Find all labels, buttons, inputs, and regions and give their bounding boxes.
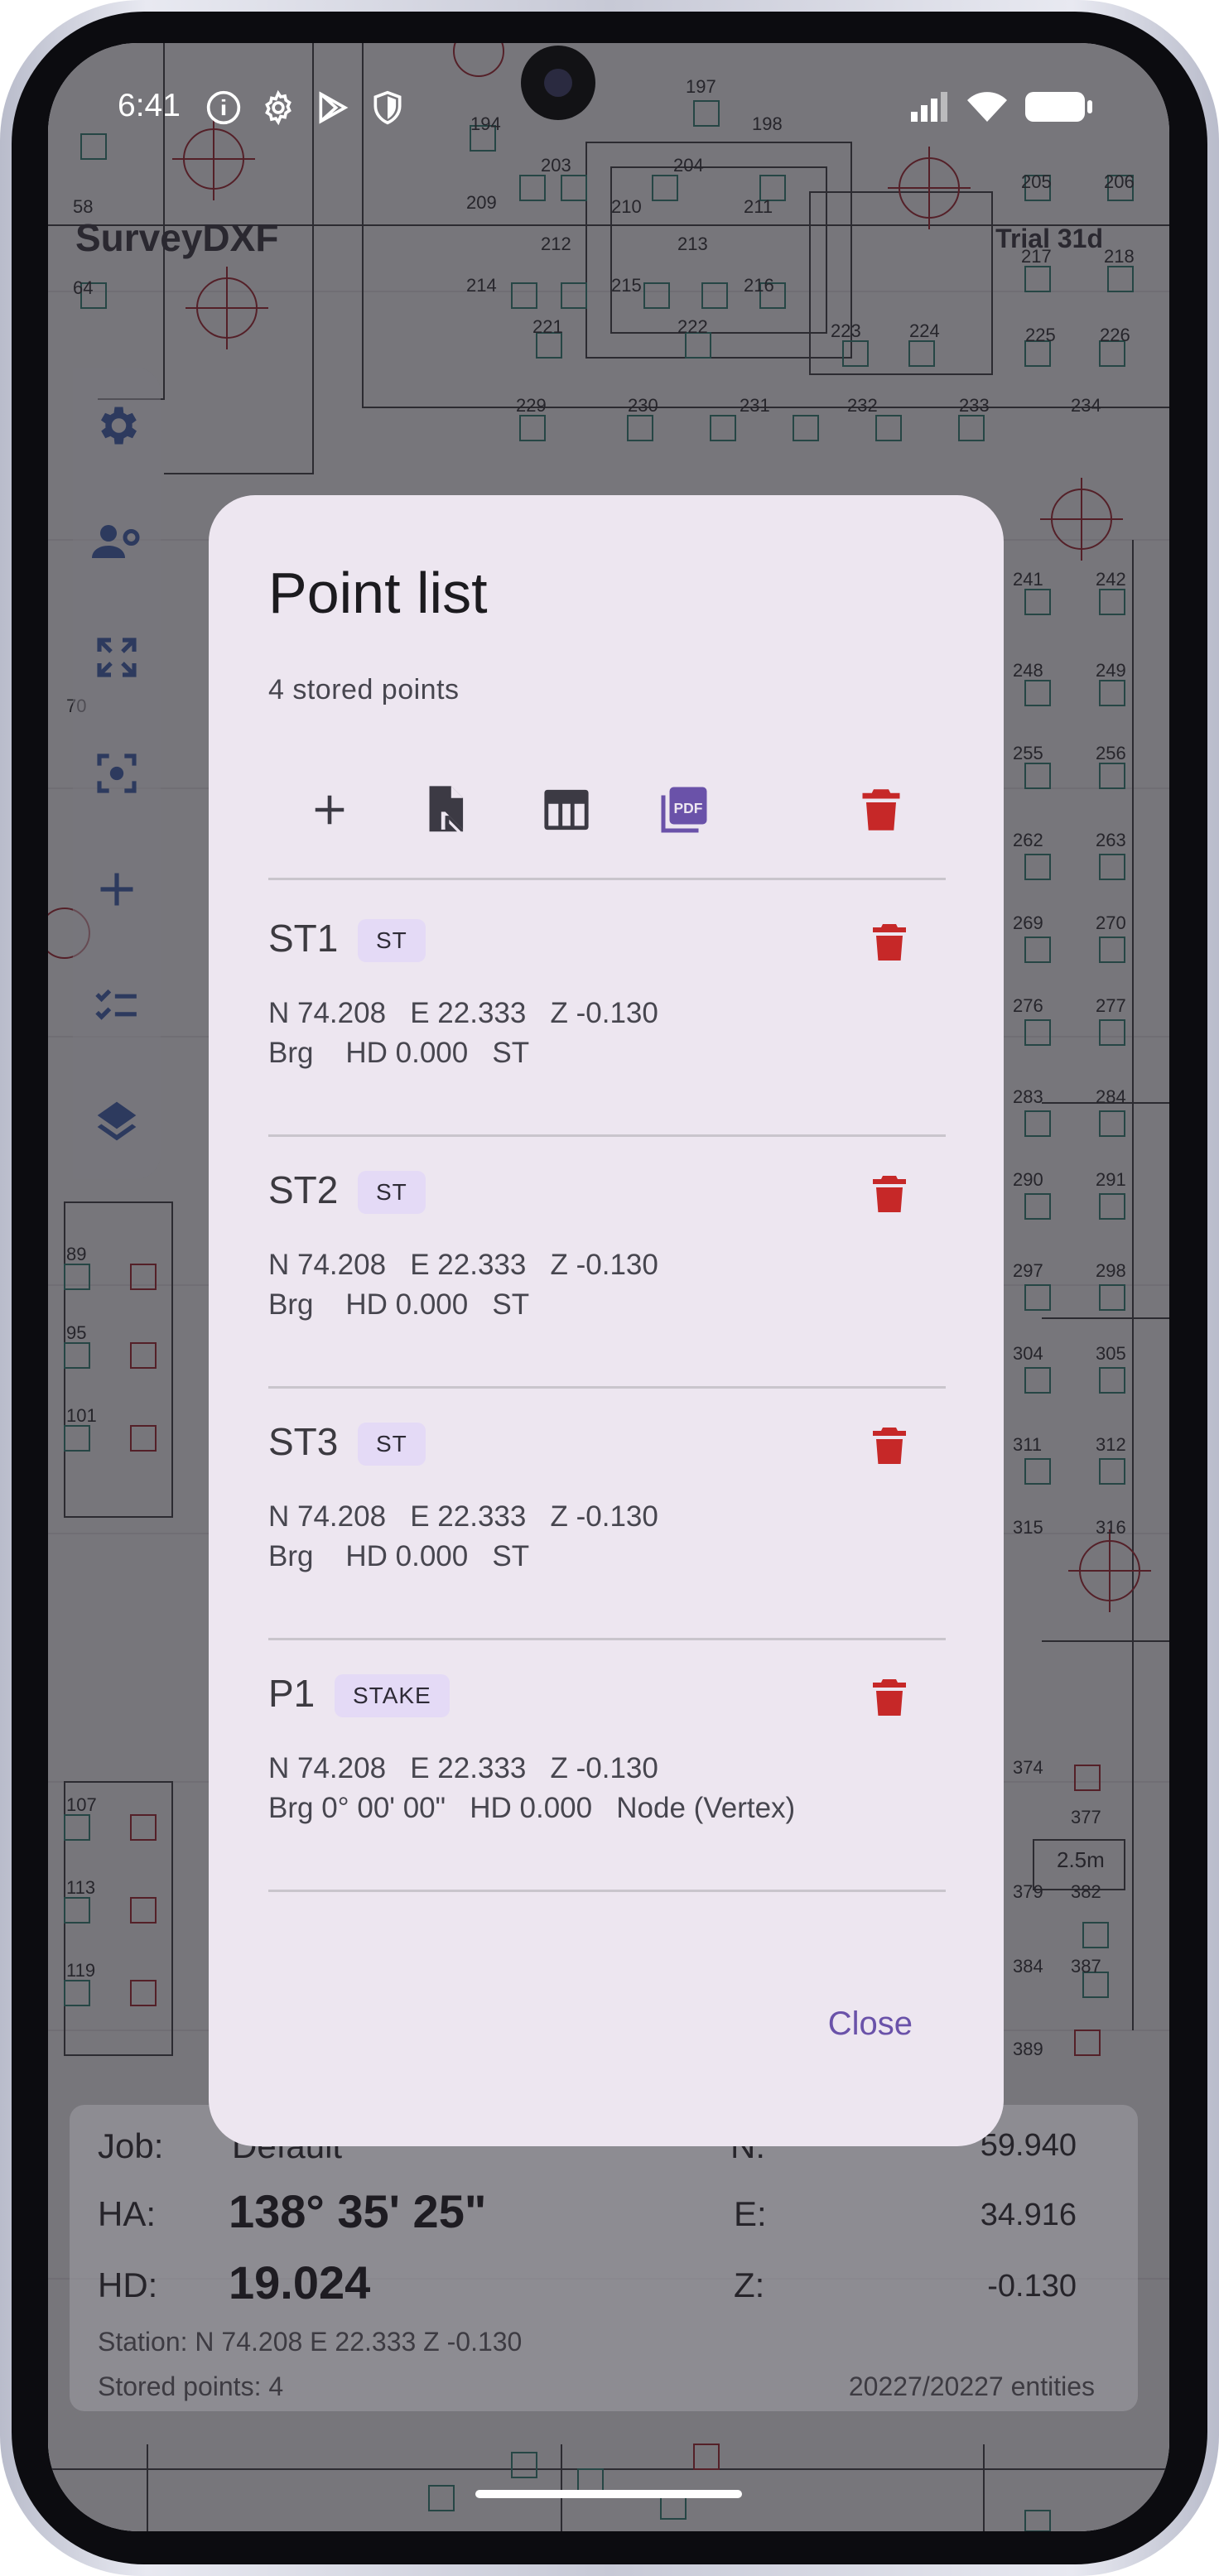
pdf-export-icon: PDF xyxy=(661,787,707,833)
side-toolbar xyxy=(73,368,161,1179)
point-bearing-distance: Brg HD 0.000 ST xyxy=(268,1540,530,1572)
play-store-icon xyxy=(319,91,349,124)
info-icon xyxy=(206,90,241,125)
gear-icon xyxy=(101,407,137,445)
e-label: E: xyxy=(734,2194,767,2233)
status-bar: 6:41 xyxy=(48,43,1169,134)
battery-icon xyxy=(1025,92,1092,122)
layers-icon xyxy=(97,1101,137,1141)
delete-point-button[interactable] xyxy=(848,1664,931,1731)
station-line: Station: N 74.208 E 22.333 Z -0.130 xyxy=(98,2327,523,2357)
app-title: SurveyDXF xyxy=(75,216,279,259)
hd-value: 19.024 xyxy=(229,2256,371,2309)
delete-point-button[interactable] xyxy=(848,909,931,975)
point-row[interactable]: ST2 ST N 74.208 E 22.333 Z -0.130 Brg HD 0.… xyxy=(268,1136,946,1388)
home-indicator[interactable] xyxy=(475,2490,742,2498)
settings-button[interactable] xyxy=(73,368,161,484)
point-coordinates: N 74.208 E 22.333 Z -0.130 xyxy=(268,1500,658,1533)
signal-icon xyxy=(911,92,947,122)
wifi-icon xyxy=(967,92,1007,122)
point-code-chip: ST xyxy=(358,919,426,962)
point-list-dialog: Point list 4 stored points PDF ST1 ST N 74… xyxy=(209,495,1004,2146)
e-value: 34.916 xyxy=(980,2198,1077,2232)
point-row[interactable]: ST1 ST N 74.208 E 22.333 Z -0.130 Brg HD 0.… xyxy=(268,884,946,1136)
add-icon xyxy=(100,873,133,906)
row-divider xyxy=(268,1890,946,1892)
point-code-chip: ST xyxy=(358,1171,426,1214)
import-file-icon xyxy=(429,786,464,834)
center-focus-button[interactable] xyxy=(73,715,161,831)
point-coordinates: N 74.208 E 22.333 Z -0.130 xyxy=(268,1249,658,1281)
front-camera xyxy=(521,46,595,120)
point-row[interactable]: ST3 ST N 74.208 E 22.333 Z -0.130 Brg HD 0.… xyxy=(268,1388,946,1639)
svg-text:PDF: PDF xyxy=(674,800,703,816)
delete-all-points-button[interactable] xyxy=(831,760,931,859)
ha-value: 138° 35' 25" xyxy=(229,2185,487,2237)
table-icon xyxy=(544,789,589,831)
point-name: ST3 xyxy=(268,1420,339,1463)
delete-all-icon xyxy=(862,789,900,831)
layers-button[interactable] xyxy=(73,1063,161,1179)
delete-icon xyxy=(873,1176,906,1212)
survey-info-panel: Job: Default HA: 138° 35' 25" HD: 19.024… xyxy=(70,2105,1138,2411)
surveyor-settings-icon xyxy=(92,525,140,558)
point-coordinates: N 74.208 E 22.333 Z -0.130 xyxy=(268,997,658,1029)
point-name: ST1 xyxy=(268,917,339,960)
add-icon xyxy=(315,795,344,825)
dialog-action-bar: PDF xyxy=(268,760,947,859)
point-name: ST2 xyxy=(268,1168,339,1211)
add-point-button[interactable] xyxy=(73,831,161,947)
point-bearing-distance: Brg 0° 00' 00" HD 0.000 Node (Vertex) xyxy=(268,1792,796,1824)
point-coordinates: N 74.208 E 22.333 Z -0.130 xyxy=(268,1752,658,1784)
ha-label: HA: xyxy=(98,2194,157,2233)
delete-icon xyxy=(873,1679,906,1716)
export-pdf-button[interactable]: PDF xyxy=(634,760,734,859)
entities-count: 20227/20227 entities xyxy=(848,2371,1095,2401)
trial-badge: Trial 31d xyxy=(995,224,1103,253)
dialog-title: Point list xyxy=(268,561,488,625)
point-name: P1 xyxy=(268,1672,316,1715)
point-bearing-distance: Brg HD 0.000 ST xyxy=(268,1037,530,1069)
delete-icon xyxy=(873,1428,906,1464)
checklist-button[interactable] xyxy=(73,947,161,1063)
header-divider xyxy=(268,878,946,880)
job-label: Job: xyxy=(98,2126,164,2165)
point-code-chip: ST xyxy=(358,1423,426,1466)
settings-gear-icon xyxy=(265,89,292,126)
status-time: 6:41 xyxy=(118,88,181,123)
point-row[interactable]: P1 STAKE N 74.208 E 22.333 Z -0.130 Brg 0° … xyxy=(268,1639,946,1891)
table-view-button[interactable] xyxy=(517,760,616,859)
import-file-button[interactable] xyxy=(398,760,497,859)
delete-icon xyxy=(873,924,906,961)
z-label: Z: xyxy=(734,2265,765,2304)
zoom-extents-button[interactable] xyxy=(73,599,161,715)
n-value: 59.940 xyxy=(980,2128,1077,2163)
add-point-button[interactable] xyxy=(280,760,379,859)
shield-icon xyxy=(373,90,402,125)
close-button[interactable]: Close xyxy=(828,2005,913,2043)
delete-point-button[interactable] xyxy=(848,1161,931,1227)
checklist-icon xyxy=(95,989,137,1020)
surveyor-settings-button[interactable] xyxy=(73,484,161,599)
z-value: -0.130 xyxy=(987,2269,1077,2304)
center-focus-icon xyxy=(97,754,137,793)
hd-label: HD: xyxy=(98,2265,158,2304)
point-bearing-distance: Brg HD 0.000 ST xyxy=(268,1288,530,1321)
stored-points-count: 4 stored points xyxy=(268,674,460,705)
zoom-extents-icon xyxy=(97,638,137,677)
stored-points-line: Stored points: 4 xyxy=(98,2371,284,2401)
point-code-chip: STAKE xyxy=(335,1674,450,1717)
delete-point-button[interactable] xyxy=(848,1413,931,1479)
